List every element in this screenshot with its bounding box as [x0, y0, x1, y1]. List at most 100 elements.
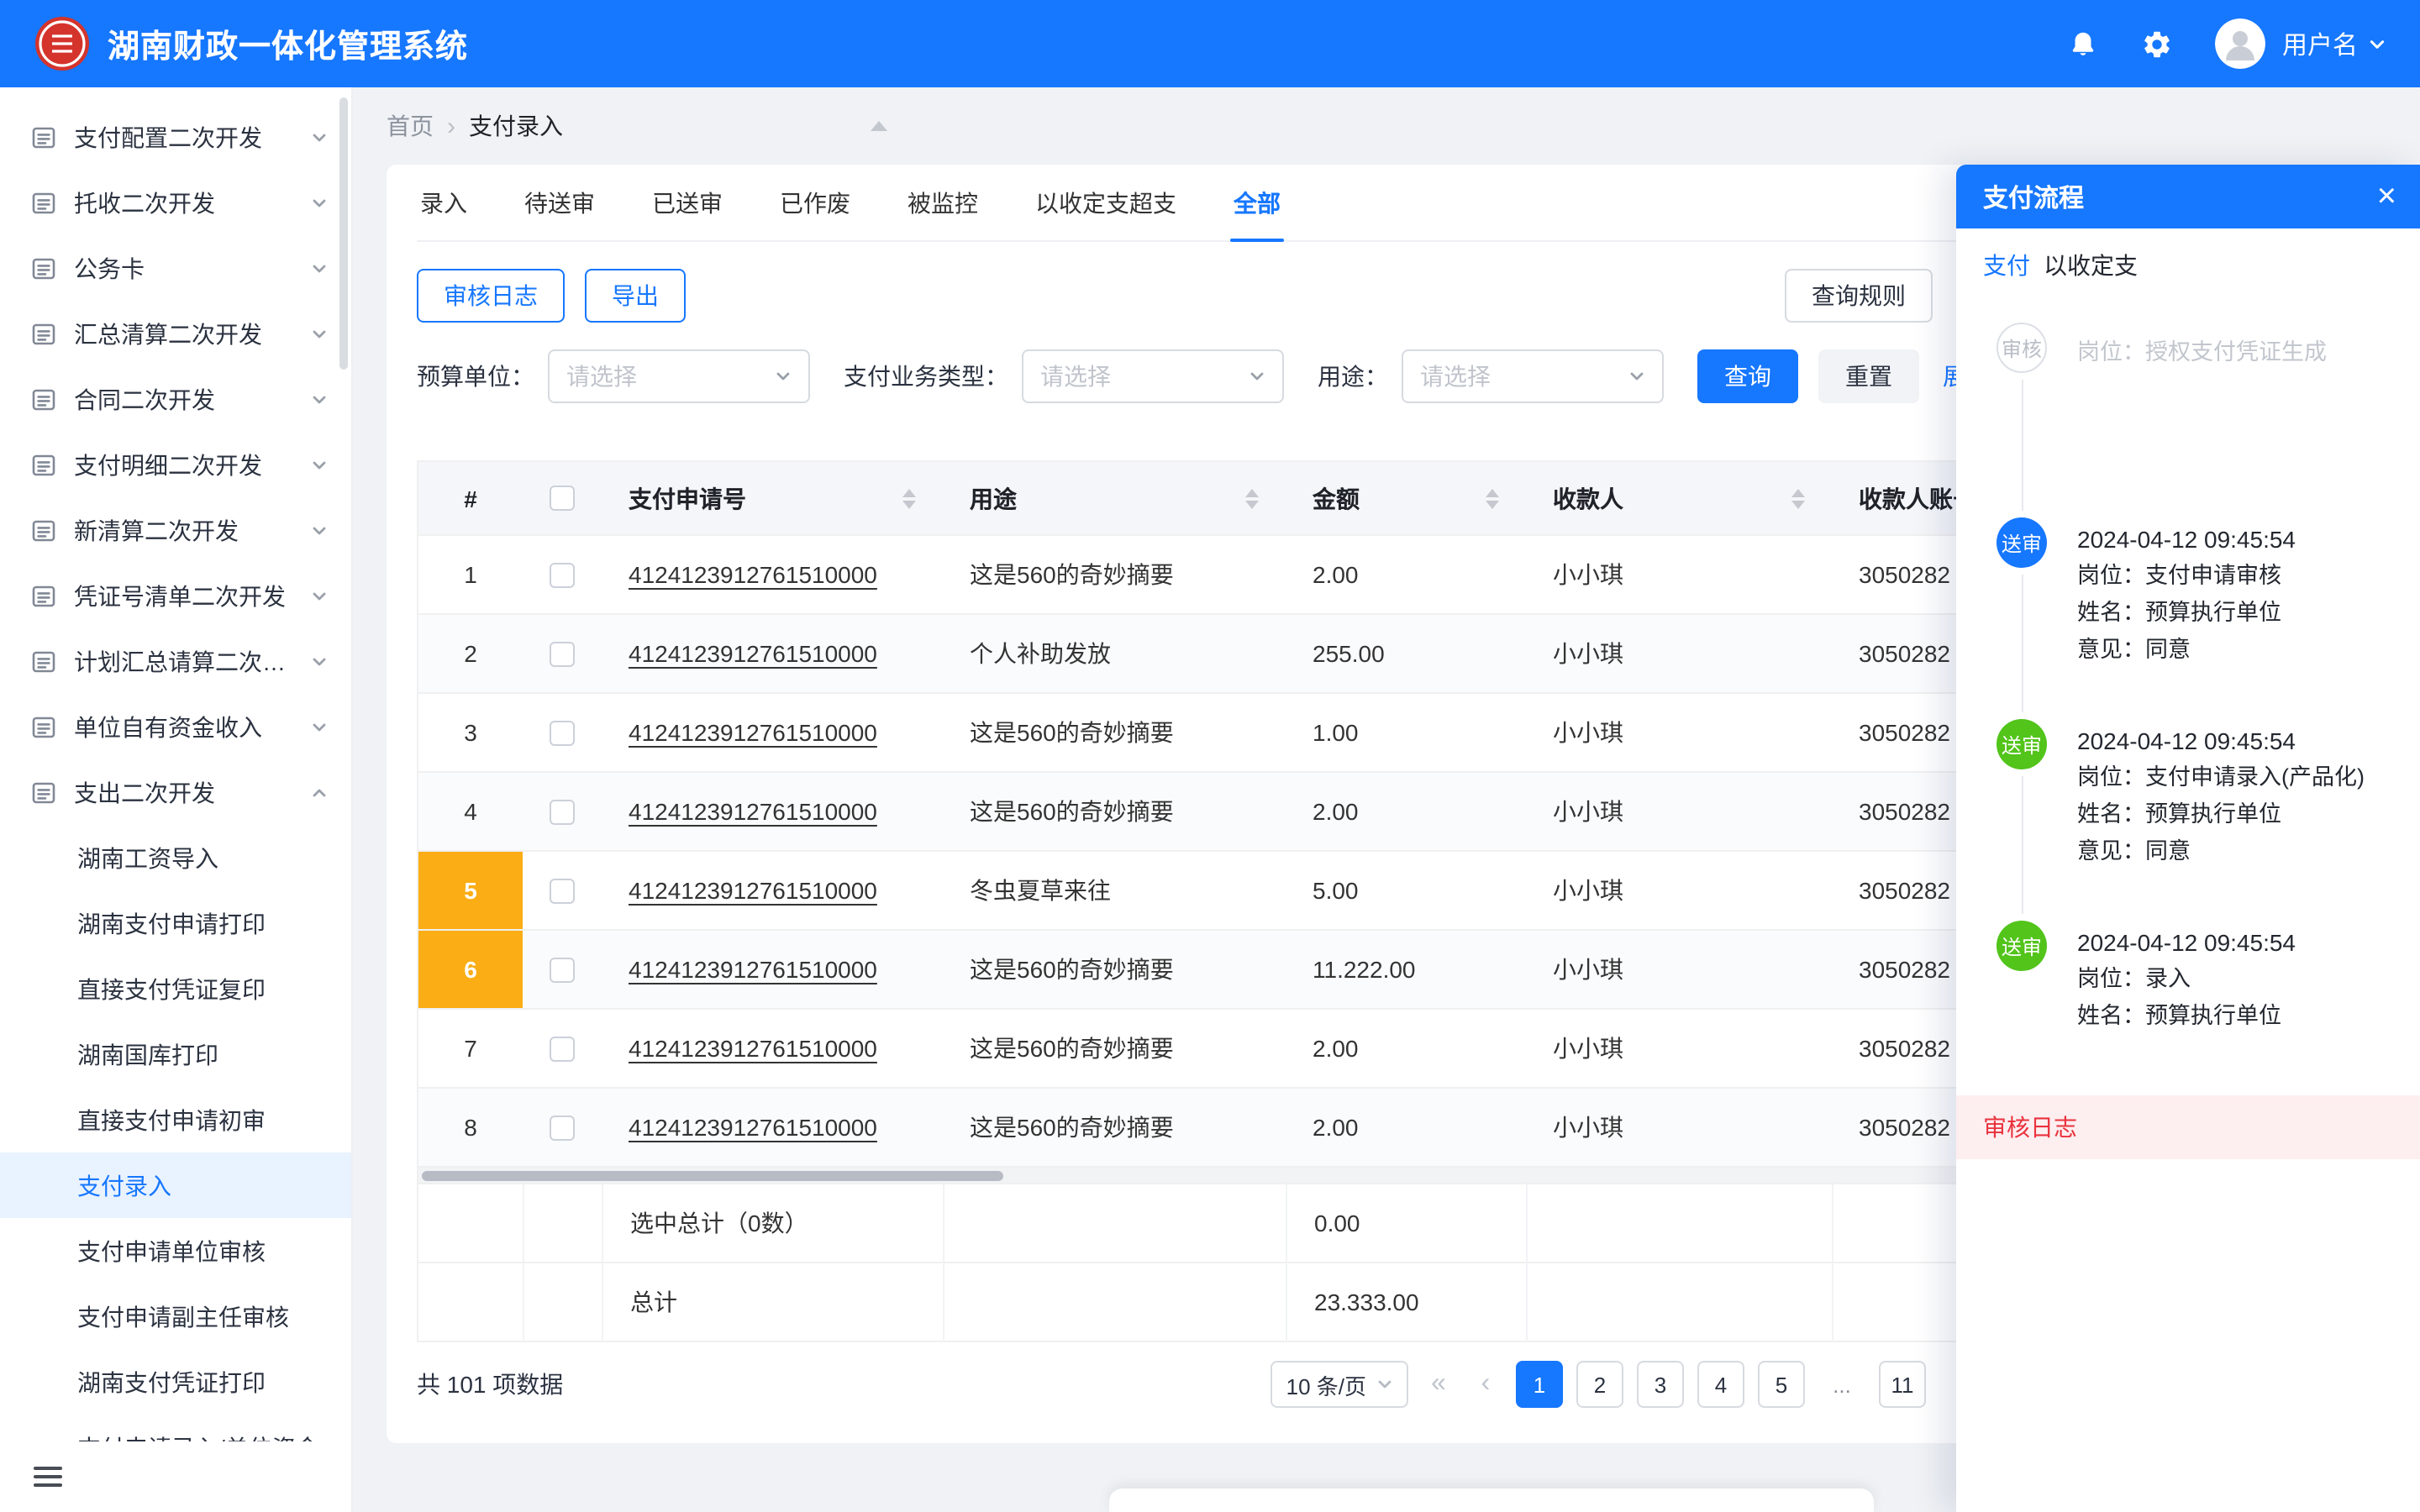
pagination-page[interactable]: 4 — [1697, 1361, 1744, 1408]
sort-icons[interactable] — [902, 488, 916, 508]
chevron-down-icon — [311, 194, 328, 211]
sidebar-subitem[interactable]: 直接支付申请初审 — [0, 1087, 351, 1152]
row-checkbox[interactable] — [550, 1115, 575, 1140]
cell-amount: 1.00 — [1286, 694, 1526, 773]
payment-apply-no-link[interactable]: 4124123912761510000 — [629, 1114, 877, 1141]
sidebar-subitem[interactable]: 支付申请录入/单位资金 — [0, 1415, 351, 1441]
sort-icons[interactable] — [1245, 488, 1259, 508]
sidebar-subitem[interactable]: 湖南支付凭证打印 — [0, 1349, 351, 1415]
row-checkbox[interactable] — [550, 957, 575, 982]
sidebar-subitem[interactable]: 支付申请副主任审核 — [0, 1284, 351, 1349]
panel-collapse-caret-icon[interactable] — [871, 121, 887, 131]
sort-icons[interactable] — [1791, 488, 1805, 508]
audit-log-button[interactable]: 审核日志 — [417, 269, 565, 323]
sidebar-item[interactable]: 新清算二次开发 — [0, 497, 351, 563]
sidebar-subitem[interactable]: 直接支付凭证复印 — [0, 956, 351, 1021]
user-menu-chevron-icon[interactable] — [2368, 34, 2386, 53]
tab[interactable]: 全部 — [1230, 165, 1284, 240]
reset-button[interactable]: 重置 — [1818, 349, 1919, 403]
sidebar-scrollbar-thumb[interactable] — [339, 97, 348, 370]
cell-amount: 5.00 — [1286, 852, 1526, 931]
close-icon[interactable]: × — [2377, 180, 2396, 213]
sidebar-item[interactable]: 凭证号清单二次开发 — [0, 563, 351, 628]
row-checkbox[interactable] — [550, 562, 575, 587]
export-button[interactable]: 导出 — [585, 269, 686, 323]
payment-apply-no-link[interactable]: 4124123912761510000 — [629, 640, 877, 667]
chevron-down-icon — [311, 391, 328, 407]
menu-item-icon — [30, 123, 57, 150]
payment-apply-no-link[interactable]: 4124123912761510000 — [629, 1035, 877, 1062]
tab[interactable]: 已送审 — [649, 165, 726, 240]
page-size-select[interactable]: 10 条/页 — [1271, 1361, 1408, 1408]
row-checkbox[interactable] — [550, 641, 575, 666]
horizontal-scrollbar-thumb[interactable] — [422, 1171, 1004, 1181]
sidebar-item[interactable]: 计划汇总请算二次开发 — [0, 628, 351, 694]
pagination-page[interactable]: 2 — [1576, 1361, 1623, 1408]
sort-icons[interactable] — [1486, 488, 1499, 508]
row-checkbox[interactable] — [550, 799, 575, 824]
table-row: 54124123912761510000冬虫夏草来往5.00小小琪3050282 — [418, 852, 1991, 931]
sidebar-subitem[interactable]: 支付录入 — [0, 1152, 351, 1218]
horizontal-scrollbar[interactable] — [418, 1168, 1991, 1184]
first-page-icon[interactable]: « — [1422, 1369, 1455, 1399]
cell-amount: 2.00 — [1286, 1010, 1526, 1089]
payment-apply-no-link[interactable]: 4124123912761510000 — [629, 719, 877, 746]
sidebar-item[interactable]: 汇总清算二次开发 — [0, 301, 351, 366]
audit-log-band[interactable]: 审核日志 — [1956, 1095, 2420, 1159]
row-checkbox[interactable] — [550, 720, 575, 745]
settings-gear-icon[interactable] — [2141, 27, 2175, 60]
select-all-checkbox[interactable] — [550, 486, 575, 511]
payment-apply-no-link[interactable]: 4124123912761510000 — [629, 877, 877, 904]
tab[interactable]: 已作废 — [776, 165, 854, 240]
sidebar-item[interactable]: 合同二次开发 — [0, 366, 351, 432]
row-checkbox[interactable] — [550, 1036, 575, 1061]
row-checkbox[interactable] — [550, 878, 575, 903]
filter-select[interactable]: 请选择 — [1022, 349, 1284, 403]
flow-step: 送审2024-04-12 09:45:54岗位：支付申请录入(产品化)姓名：预算… — [1996, 719, 2393, 921]
tab[interactable]: 以收定支超支 — [1032, 165, 1180, 240]
sidebar-item[interactable]: 公务卡 — [0, 235, 351, 301]
chevron-down-icon — [1376, 1376, 1393, 1393]
filter-select[interactable]: 请选择 — [548, 349, 810, 403]
collapse-menu-icon[interactable] — [34, 1467, 62, 1487]
sidebar-subitem[interactable]: 湖南国库打印 — [0, 1021, 351, 1087]
step-line: 意见：同意 — [2077, 833, 2365, 870]
sidebar-item[interactable]: 托收二次开发 — [0, 170, 351, 235]
cell-checkbox — [523, 536, 602, 615]
filter-label: 用途： — [1318, 360, 1388, 393]
pagination-page[interactable]: 1 — [1516, 1361, 1563, 1408]
filter-label: 预算单位： — [417, 360, 534, 393]
pagination-page[interactable]: ... — [1818, 1361, 1865, 1408]
sidebar-subitem[interactable]: 湖南工资导入 — [0, 825, 351, 890]
payment-apply-no-link[interactable]: 4124123912761510000 — [629, 561, 877, 588]
sidebar-item[interactable]: 支付明细二次开发 — [0, 432, 351, 497]
summary-total-row: 总计23.333.00 — [418, 1263, 1991, 1342]
table-row: 74124123912761510000这是560的奇妙摘要2.00小小琪305… — [418, 1010, 1991, 1089]
tab[interactable]: 被监控 — [904, 165, 981, 240]
cell-purpose: 这是560的奇妙摘要 — [943, 536, 1286, 615]
cell-index: 6 — [418, 931, 523, 1010]
breadcrumb-home[interactable]: 首页 — [387, 109, 434, 143]
user-avatar[interactable] — [2215, 18, 2265, 69]
user-name[interactable]: 用户名 — [2282, 26, 2358, 61]
sidebar-item[interactable]: 支付配置二次开发 — [0, 104, 351, 170]
payment-apply-no-link[interactable]: 4124123912761510000 — [629, 798, 877, 825]
pay-link[interactable]: 支付 — [1983, 249, 2030, 282]
payment-apply-no-link[interactable]: 4124123912761510000 — [629, 956, 877, 983]
prev-page-icon[interactable]: ‹ — [1469, 1369, 1502, 1399]
tab[interactable]: 录入 — [417, 165, 471, 240]
sidebar-subitem[interactable]: 支付申请单位审核 — [0, 1218, 351, 1284]
sidebar-item[interactable]: 支出二次开发 — [0, 759, 351, 825]
query-rules-button[interactable]: 查询规则 — [1785, 269, 1933, 323]
filter-select[interactable]: 请选择 — [1402, 349, 1664, 403]
pagination-page[interactable]: 3 — [1637, 1361, 1684, 1408]
pagination-page[interactable]: 11 — [1879, 1361, 1926, 1408]
sidebar-item[interactable]: 单位自有资金收入 — [0, 694, 351, 759]
tab[interactable]: 待送审 — [521, 165, 598, 240]
notification-bell-icon[interactable] — [2067, 27, 2101, 60]
query-button[interactable]: 查询 — [1697, 349, 1798, 403]
pagination-page[interactable]: 5 — [1758, 1361, 1805, 1408]
table-summary: 选中总计（0数）0.00总计23.333.00 — [418, 1184, 1991, 1342]
menu-item-icon — [30, 713, 57, 740]
sidebar-subitem[interactable]: 湖南支付申请打印 — [0, 890, 351, 956]
